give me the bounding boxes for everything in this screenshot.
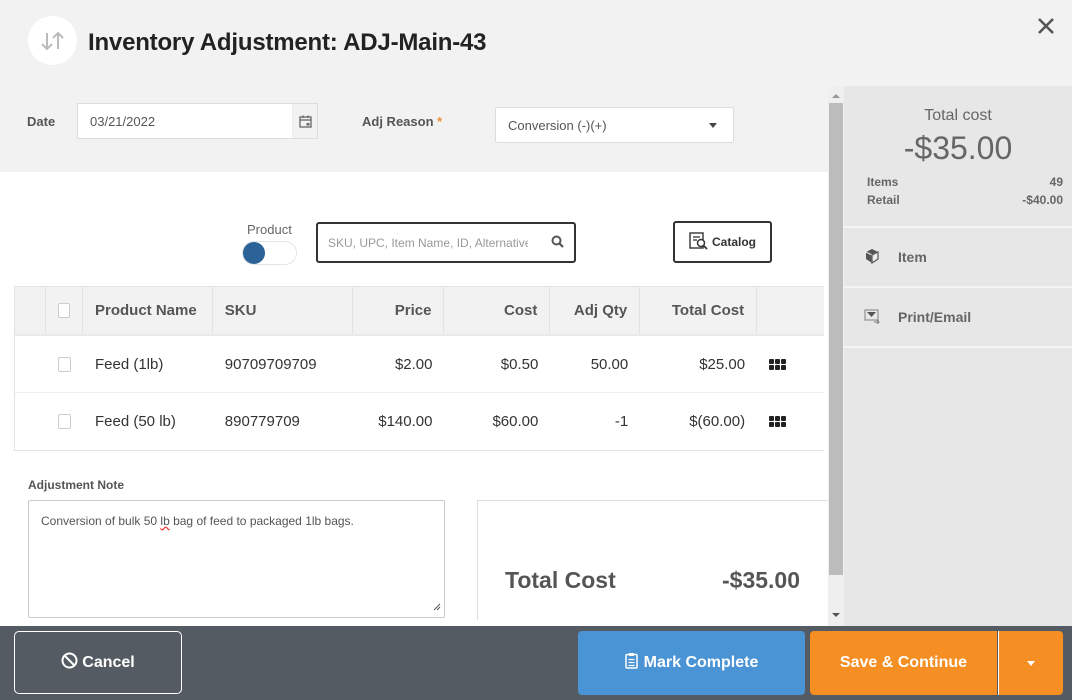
sku: 890779709 (224, 413, 300, 430)
cancel-icon (61, 652, 78, 674)
chevron-down-icon (709, 123, 717, 128)
note-misspelled-word: lb (160, 514, 170, 528)
summary-total: -$35.00 (903, 130, 1013, 166)
row-menu-cell (757, 336, 824, 392)
chevron-down-icon (1027, 660, 1035, 666)
search-icon[interactable] (551, 235, 564, 253)
select-all-checkbox[interactable] (57, 303, 70, 318)
date-value[interactable]: 03/21/2022 (78, 104, 292, 138)
retail-value: -$40.00 (1022, 193, 1063, 207)
adj-reason-label: Adj Reason * (362, 114, 442, 129)
modal-header: Inventory Adjustment: ADJ-Main-43 (0, 0, 1072, 86)
box-icon (864, 248, 880, 267)
product-toggle[interactable] (242, 241, 297, 265)
date-label: Date (27, 114, 56, 129)
close-icon[interactable] (1032, 12, 1060, 40)
toggle-knob (243, 242, 265, 264)
total-cost-box: Total Cost -$35.00 (477, 500, 828, 620)
side-item-print-email[interactable]: Print/Email (844, 288, 1072, 348)
adj-reason-value: Conversion (-)(+) (508, 118, 607, 133)
grid-menu-icon[interactable] (769, 416, 787, 427)
table-row: Feed (50 lb) 890779709 $140.00 $60.00 -1… (15, 393, 824, 450)
cancel-label: Cancel (82, 653, 135, 671)
summary-panel: Total cost -$35.00 Items 49 Retail -$40.… (844, 86, 1072, 626)
table-row: Feed (1lb) 90709709709 $2.00 $0.50 50.00… (15, 336, 824, 393)
price: $2.00 (394, 355, 433, 373)
column-header[interactable]: SKU (213, 287, 353, 334)
summary-box: Total cost -$35.00 Items 49 Retail -$40.… (844, 86, 1072, 228)
swap-vertical-icon (28, 16, 77, 65)
scroll-thumb[interactable] (829, 103, 843, 575)
grid-menu-icon[interactable] (769, 358, 787, 370)
note-text: Conversion of bulk 50 (41, 514, 161, 528)
form-band: Date 03/21/2022 Adj Reason * Conversion … (0, 86, 828, 172)
date-field[interactable]: 03/21/2022 (77, 103, 318, 139)
clipboard-icon (624, 652, 638, 674)
total-cost-value: -$35.00 (722, 567, 801, 593)
items-label: Items (867, 175, 899, 189)
catalog-icon (689, 231, 709, 253)
total-cost: $25.00 (699, 355, 746, 373)
row-menu-cell (757, 393, 824, 450)
side-item-label: Print/Email (898, 309, 972, 325)
adjustment-note-label: Adjustment Note (28, 478, 124, 492)
actions-column-header (757, 287, 824, 334)
grip-cell (15, 336, 46, 392)
adj-qty[interactable]: 50.00 (550, 336, 640, 392)
column-header[interactable]: Product Name (83, 287, 213, 334)
select-all-cell (46, 287, 83, 334)
catalog-label: Catalog (711, 235, 756, 249)
main-scrollbar[interactable] (828, 86, 844, 626)
resize-handle-icon[interactable] (433, 600, 441, 614)
adj-qty[interactable]: -1 (550, 393, 640, 450)
cost: $60.00 (492, 413, 539, 430)
cost: $0.50 (500, 355, 539, 373)
scroll-down-icon[interactable] (832, 613, 840, 617)
total-cost-label: Total Cost (505, 567, 616, 593)
note-text: bag of feed to packaged 1lb bags. (169, 514, 354, 528)
table-header: Product Name SKU Price Cost Adj Qty Tota… (15, 286, 824, 336)
grip-column-header (15, 287, 46, 334)
price: $140.00 (378, 413, 433, 430)
row-checkbox[interactable] (57, 356, 71, 372)
row-checkbox-cell (46, 393, 83, 450)
sku: 90709709709 (224, 355, 317, 373)
save-continue-label: Save & Continue (839, 654, 968, 671)
search-input[interactable] (318, 224, 538, 261)
mark-complete-label: Mark Complete (643, 654, 759, 671)
adj-reason-select[interactable]: Conversion (-)(+) (495, 107, 734, 143)
retail-label: Retail (867, 193, 900, 207)
mark-complete-button[interactable]: Mark Complete (578, 631, 805, 695)
save-options-dropdown[interactable] (998, 631, 1063, 695)
summary-title: Total cost (924, 107, 992, 124)
side-item-label: Item (898, 249, 927, 265)
page-title: Inventory Adjustment: ADJ-Main-43 (88, 29, 487, 56)
adj-reason-text: Adj Reason (362, 114, 434, 129)
calendar-icon[interactable] (292, 104, 317, 138)
product-name: Feed (1lb) (94, 355, 164, 373)
column-header[interactable]: Adj Qty (550, 287, 641, 334)
save-continue-button[interactable]: Save & Continue (810, 631, 997, 695)
column-header[interactable]: Total Cost (640, 287, 758, 334)
product-toggle-label: Product (247, 222, 292, 237)
cancel-button[interactable]: Cancel (14, 631, 182, 694)
row-checkbox[interactable] (57, 414, 71, 429)
adjustment-note-textarea[interactable]: Conversion of bulk 50 lb bag of feed to … (28, 500, 445, 618)
footer-bar: Cancel Mark Complete Save & Continue (0, 626, 1072, 700)
adjustment-table: Product Name SKU Price Cost Adj Qty Tota… (14, 286, 824, 451)
side-item-item[interactable]: Item (844, 228, 1072, 288)
column-header[interactable]: Price (353, 287, 445, 334)
required-mark: * (437, 114, 443, 129)
main-content: Date 03/21/2022 Adj Reason * Conversion … (0, 86, 828, 626)
catalog-button[interactable]: Catalog (673, 221, 772, 263)
total-cost: $(60.00) (689, 413, 746, 430)
row-checkbox-cell (46, 336, 83, 392)
items-value: 49 (1049, 175, 1063, 189)
product-name: Feed (50 lb) (94, 413, 176, 430)
grip-cell (15, 393, 46, 450)
scroll-up-icon[interactable] (832, 94, 840, 98)
column-header[interactable]: Cost (444, 287, 551, 334)
print-email-icon (864, 308, 880, 327)
product-search[interactable] (316, 222, 576, 263)
